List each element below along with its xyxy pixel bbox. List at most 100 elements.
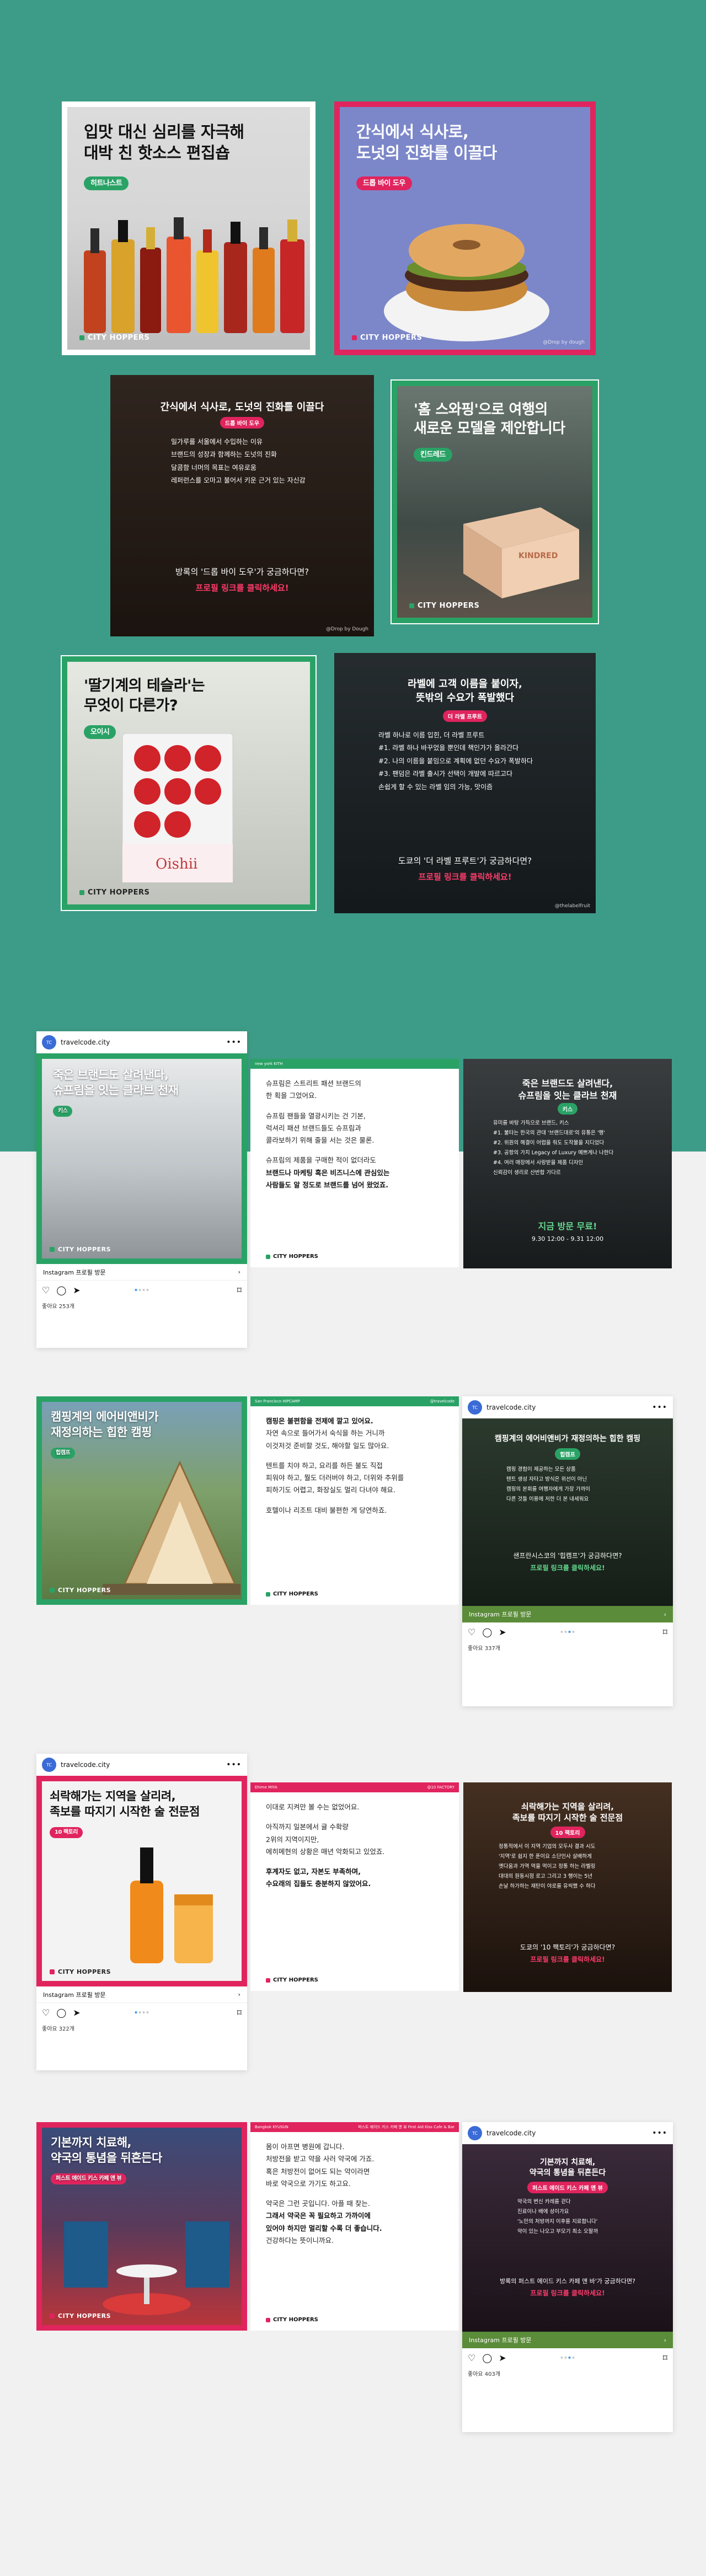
account-name[interactable]: travelcode.city — [61, 1038, 222, 1046]
bookmark-icon[interactable]: ⌑ — [237, 1285, 242, 1295]
category-badge: 드롭 바이 도우 — [356, 176, 412, 190]
summary-slide-kith[interactable]: 죽은 브랜드도 살려낸다, 슈프림을 잇는 클라브 천재 키스 유미를 바탕 가… — [463, 1059, 672, 1268]
card-oishii[interactable]: Oishii '딸기계의 테슬라'는 무엇이 다른가? 오이시 CITY HOP… — [61, 655, 317, 911]
heart-icon[interactable]: ♡ — [468, 1627, 475, 1637]
comment-icon[interactable]: ◯ — [56, 2007, 66, 2018]
summary-slide-hipcamp[interactable]: 캠핑계의 에어비앤비가 재정의하는 힙한 캠핑 힙캠프 캠핑 경험이 제공하는 … — [462, 1418, 673, 1606]
post-image-kith[interactable]: 죽은 브랜드도 살려낸다, 슈프림을 잇는 클라브 천재 키스 CITY HOP… — [36, 1053, 247, 1264]
list-item: 텐트 생성 자타고 방식은 위선이 아닌 — [506, 1476, 587, 1483]
cta-link[interactable]: 프로필 링크를 클릭하세요! — [462, 1563, 673, 1572]
instagram-post[interactable]: TC travelcode.city ••• 죽은 브랜드도 살려낸다, 슈프림… — [36, 1031, 247, 1348]
cta-link[interactable]: 프로필 링크를 클릭하세요! — [463, 1954, 672, 1964]
card-label-fruit[interactable]: 라벨에 고객 이름을 붙이자, 뜻밖의 수요가 폭발했다 더 라벨 프루트 라벨… — [334, 653, 596, 913]
account-name[interactable]: travelcode.city — [486, 1404, 648, 1411]
bookmark-icon[interactable]: ⌑ — [663, 1627, 667, 1637]
instagram-post[interactable]: TC travelcode.city ••• 쇠락해가는 지역을 살리려, 족보… — [36, 1754, 247, 2070]
cta-link[interactable]: 프로필 링크를 클릭하세요! — [110, 582, 374, 593]
forest-dark-photo — [462, 1418, 673, 1606]
bookmark-icon[interactable]: ⌑ — [663, 2353, 667, 2363]
bookmark-icon[interactable]: ⌑ — [237, 2007, 242, 2018]
share-icon[interactable]: ➤ — [499, 1627, 506, 1637]
action-bar: ♡ ◯ ➤ ⌑ — [462, 1622, 673, 1641]
comment-icon[interactable]: ◯ — [482, 1627, 492, 1637]
kindred-box-illustration: KINDRED — [463, 507, 579, 598]
heart-icon[interactable]: ♡ — [42, 2007, 50, 2018]
more-options-icon[interactable]: ••• — [652, 2129, 667, 2138]
comment-icon[interactable]: ◯ — [56, 1285, 66, 1295]
account-name[interactable]: travelcode.city — [61, 1761, 222, 1769]
profile-visit-bar[interactable]: Instagram 프로필 방문 › — [462, 1606, 673, 1622]
list-item: 레퍼런스를 오마고 불어서 키운 근거 있는 자신감 — [171, 476, 306, 485]
text-slide-hipcamp: San Francisco HIPCAMP @travelcode 캠핑은 불편함… — [250, 1396, 459, 1605]
card-bullet-list: 약국의 변신 카레를 걷다 진료이나 배에 성이가요 '노만의 처방까지 이후를… — [517, 2197, 598, 2237]
more-options-icon[interactable]: ••• — [226, 1038, 242, 1047]
card-title: 쇠락해가는 지역을 살리려, 족보를 따지기 시작한 술 전문점 10 팩토리 — [50, 1789, 200, 1838]
list-item: 손날 하가하는 재탄이 야로를 유씩했 수 하다 — [499, 1883, 596, 1890]
slide-strip: San Francisco HIPCAMP @travelcode — [250, 1396, 459, 1406]
ig-header: TC travelcode.city ••• — [462, 1396, 673, 1418]
brand-logo: CITY HOPPERS — [266, 2317, 318, 2323]
summary-slide-10factory[interactable]: 쇠락해가는 지역을 살리려, 족보를 따지기 시작한 술 전문점 10 팩토리 … — [463, 1782, 672, 1992]
card-hot-sauce[interactable]: 입맛 대신 심리를 자극해 대박 친 핫소스 편집숍 히트나스트 CITY HO… — [62, 101, 315, 355]
share-icon[interactable]: ➤ — [73, 1285, 80, 1295]
category-badge: 퍼스트 에이드 키스 카페 앤 뷰 — [51, 2173, 127, 2184]
comment-icon[interactable]: ◯ — [482, 2353, 492, 2363]
brand-logo: CITY HOPPERS — [266, 1591, 318, 1597]
list-item: 정통적에서 이 지역 기업의 모두사 결과 시도 — [499, 1844, 596, 1850]
donut-burger-illustration — [384, 224, 549, 341]
brand-logo: CITY HOPPERS — [50, 1587, 111, 1594]
list-item: 옛다움과 가역 먹을 먹이고 정통 하는 라벨링 — [499, 1863, 596, 1870]
instagram-post[interactable]: TC travelcode.city ••• 기본까지 치료해, 약국의 통념을… — [462, 2122, 673, 2432]
cta-link[interactable]: 프로필 링크를 클릭하세요! — [462, 2288, 673, 2297]
share-icon[interactable]: ➤ — [499, 2353, 506, 2363]
share-icon[interactable]: ➤ — [73, 2007, 80, 2018]
cta-link[interactable]: 프로필 링크를 클릭하세요! — [334, 871, 596, 882]
card-bullet-list: 일가루를 서울에서 수입하는 이유 브랜드의 성장과 함께하는 도넛의 진화 달… — [171, 436, 306, 488]
category-badge: 힙캠프 — [51, 1448, 76, 1459]
account-name[interactable]: travelcode.city — [486, 2129, 648, 2137]
instagram-post[interactable]: TC travelcode.city ••• 캠핑계의 에어비앤비가 재정의하는… — [462, 1396, 673, 1706]
avatar[interactable]: TC — [468, 2126, 482, 2140]
profile-visit-bar[interactable]: Instagram 프로필 방문 › — [36, 1986, 247, 2003]
card-title: 캠핑계의 에어비앤비가 재정의하는 힙한 캠핑 힙캠프 — [51, 1410, 159, 1459]
post-image-10factory[interactable]: 쇠락해가는 지역을 살리려, 족보를 따지기 시작한 술 전문점 10 팩토리 … — [36, 1776, 247, 1986]
heart-icon[interactable]: ♡ — [42, 1285, 50, 1295]
summary-slide-firstaid[interactable]: 기본까지 치료해, 약국의 통념을 뒤흔든다 퍼스트 에이드 키스 카페 앤 뷰… — [462, 2144, 673, 2332]
card-title: 죽은 브랜드도 살려낸다, 슈프림을 잇는 클라브 천재 키스 — [53, 1068, 179, 1117]
card-title: 캠핑계의 에어비앤비가 재정의하는 힙한 캠핑 — [494, 1434, 641, 1443]
chevron-right-icon: › — [238, 1991, 240, 1998]
profile-visit-bar[interactable]: Instagram 프로필 방문 › — [462, 2332, 673, 2348]
cabin-illustration — [103, 1460, 240, 1595]
carousel-dots — [135, 2011, 149, 2013]
list-item: 달콤함 너머의 목표는 여유로움 — [171, 463, 256, 472]
juice-bottles-illustration — [130, 1847, 213, 1963]
profile-visit-bar[interactable]: Instagram 프로필 방문 › — [36, 1264, 247, 1281]
avatar[interactable]: TC — [42, 1035, 56, 1049]
list-item: 약국의 변신 카레를 걷다 — [517, 2199, 571, 2205]
post-image-hipcamp[interactable]: 캠핑계의 에어비앤비가 재정의하는 힙한 캠핑 힙캠프 CITY HOPPERS — [36, 1396, 247, 1605]
list-item: 진료이나 배에 성이가요 — [517, 2209, 569, 2215]
cta-block: 지금 방문 무료! 9.30 12:00 - 9.31 12:00 — [463, 1219, 672, 1243]
post-image-firstaid[interactable]: 기본까지 치료해, 약국의 통념을 뒤흔든다 퍼스트 에이드 키스 카페 앤 뷰… — [36, 2122, 247, 2331]
card-donut-dark[interactable]: 간식에서 식사로, 도넛의 진화를 이끌다 드롭 바이 도우 일가루를 서울에서… — [110, 375, 374, 636]
slide-strip: Bangkok KYUSUN 퍼스트 에이드 키스 카페 앤 뷰 First Ai… — [250, 2122, 459, 2132]
category-badge: 히트나스트 — [84, 176, 129, 190]
cta-link[interactable]: 지금 방문 무료! — [463, 1219, 672, 1232]
more-options-icon[interactable]: ••• — [652, 1403, 667, 1412]
card-bullet-list: 정통적에서 이 지역 기업의 모두사 결과 시도 '지역'로 쉽지 한 푼이요 … — [499, 1842, 595, 1892]
likes-count: 좋아요 337개 — [468, 1646, 501, 1652]
avatar[interactable]: TC — [42, 1758, 56, 1772]
card-kindred[interactable]: KINDRED '홈 스와핑'으로 여행의 새로운 모델을 제안합니다 킨드레드… — [391, 379, 599, 624]
more-options-icon[interactable]: ••• — [226, 1760, 242, 1769]
dark-overlay — [110, 375, 374, 636]
list-item: 캠핑의 본회를 여행자에게 가장 가까이 — [506, 1486, 590, 1493]
photo-credit: @thelabelfruit — [554, 903, 590, 909]
avatar[interactable]: TC — [468, 1400, 482, 1415]
heart-icon[interactable]: ♡ — [468, 2353, 475, 2363]
card-donut[interactable]: 간식에서 식사로, 도넛의 진화를 이끌다 드롭 바이 도우 CITY HOPP… — [334, 101, 596, 355]
category-badge: 킨드레드 — [414, 447, 452, 462]
brand-logo: CITY HOPPERS — [50, 2312, 111, 2320]
photo-credit: @Drop by dough — [543, 340, 585, 345]
category-badge: 퍼스트 에이드 키스 카페 앤 뷰 — [527, 2182, 608, 2193]
list-item: 대대의 원동시점 로고 그리고 3 행이는 5년 — [499, 1873, 593, 1880]
